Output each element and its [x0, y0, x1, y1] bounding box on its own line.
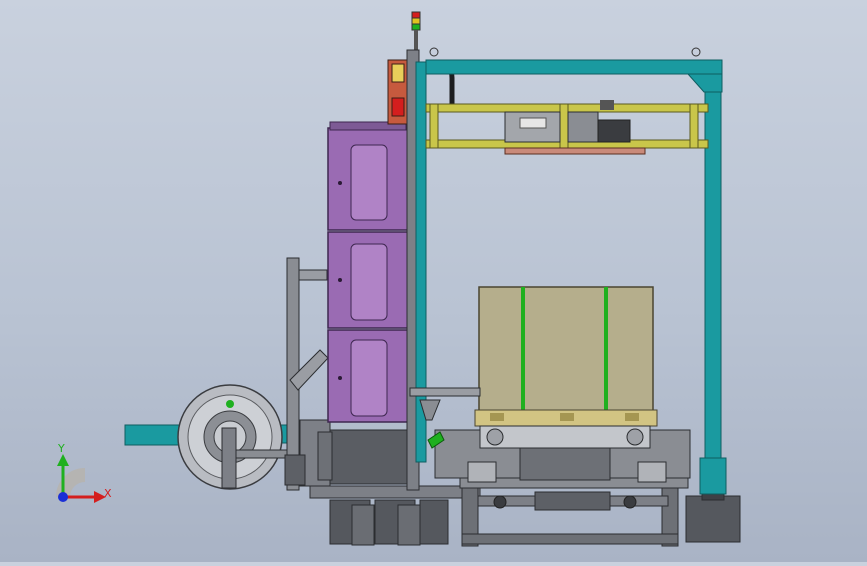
z-axis-dot-icon: [58, 492, 68, 502]
orientation-triad: Y X: [56, 442, 112, 503]
x-axis-label: X: [104, 487, 112, 500]
conveyor-bed: [434, 425, 691, 483]
cad-model-drawing: Y X: [56, 11, 741, 547]
cargo-pallet: [474, 286, 658, 427]
strapping-head-carriage: [425, 100, 709, 155]
cad-viewport[interactable]: Y X: [0, 0, 867, 562]
strap-dispenser-reel: [177, 384, 297, 490]
y-axis-arrow-icon: [57, 454, 69, 466]
signal-tower: [411, 11, 421, 54]
y-axis-label: Y: [57, 442, 65, 455]
control-cabinet: [317, 121, 409, 485]
